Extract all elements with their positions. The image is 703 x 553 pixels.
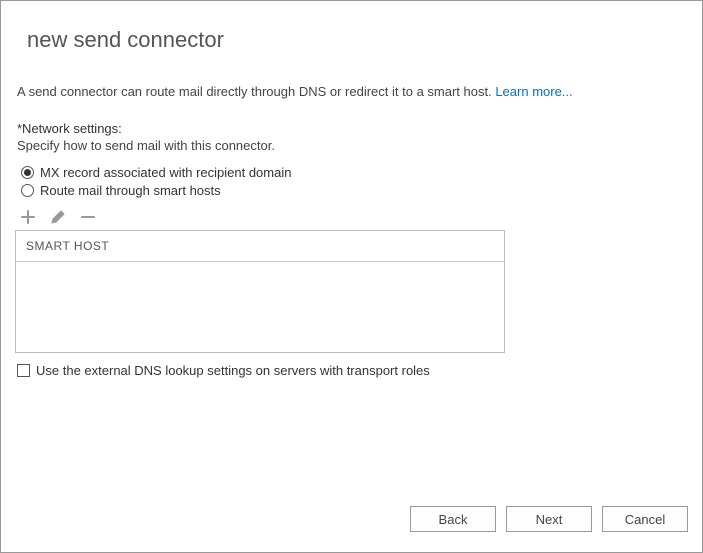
external-dns-checkbox-row[interactable]: Use the external DNS lookup settings on … bbox=[17, 363, 688, 378]
radio-option-smarthost[interactable]: Route mail through smart hosts bbox=[21, 183, 688, 198]
edit-icon[interactable] bbox=[49, 208, 67, 226]
add-icon[interactable] bbox=[19, 208, 37, 226]
remove-icon[interactable] bbox=[79, 208, 97, 226]
next-button[interactable]: Next bbox=[506, 506, 592, 532]
radio-icon bbox=[21, 166, 34, 179]
radio-option-mx[interactable]: MX record associated with recipient doma… bbox=[21, 165, 688, 180]
cancel-button[interactable]: Cancel bbox=[602, 506, 688, 532]
description-prefix: A send connector can route mail directly… bbox=[17, 84, 495, 99]
external-dns-label: Use the external DNS lookup settings on … bbox=[36, 363, 430, 378]
learn-more-link[interactable]: Learn more... bbox=[495, 84, 572, 99]
back-button[interactable]: Back bbox=[410, 506, 496, 532]
grid-header: SMART HOST bbox=[16, 231, 504, 262]
grid-body[interactable] bbox=[16, 262, 504, 352]
network-settings-hint: Specify how to send mail with this conne… bbox=[17, 138, 688, 153]
radio-label-smarthost: Route mail through smart hosts bbox=[40, 183, 221, 198]
checkbox-icon bbox=[17, 364, 30, 377]
grid-toolbar bbox=[19, 208, 688, 226]
description-text: A send connector can route mail directly… bbox=[17, 83, 688, 101]
smart-host-grid: SMART HOST bbox=[15, 230, 505, 353]
dialog-window: new send connector A send connector can … bbox=[0, 0, 703, 553]
radio-label-mx: MX record associated with recipient doma… bbox=[40, 165, 291, 180]
radio-icon bbox=[21, 184, 34, 197]
page-title: new send connector bbox=[27, 27, 688, 53]
footer-buttons: Back Next Cancel bbox=[410, 506, 688, 532]
network-settings-label: *Network settings: bbox=[17, 121, 688, 136]
network-radio-group: MX record associated with recipient doma… bbox=[21, 165, 688, 198]
